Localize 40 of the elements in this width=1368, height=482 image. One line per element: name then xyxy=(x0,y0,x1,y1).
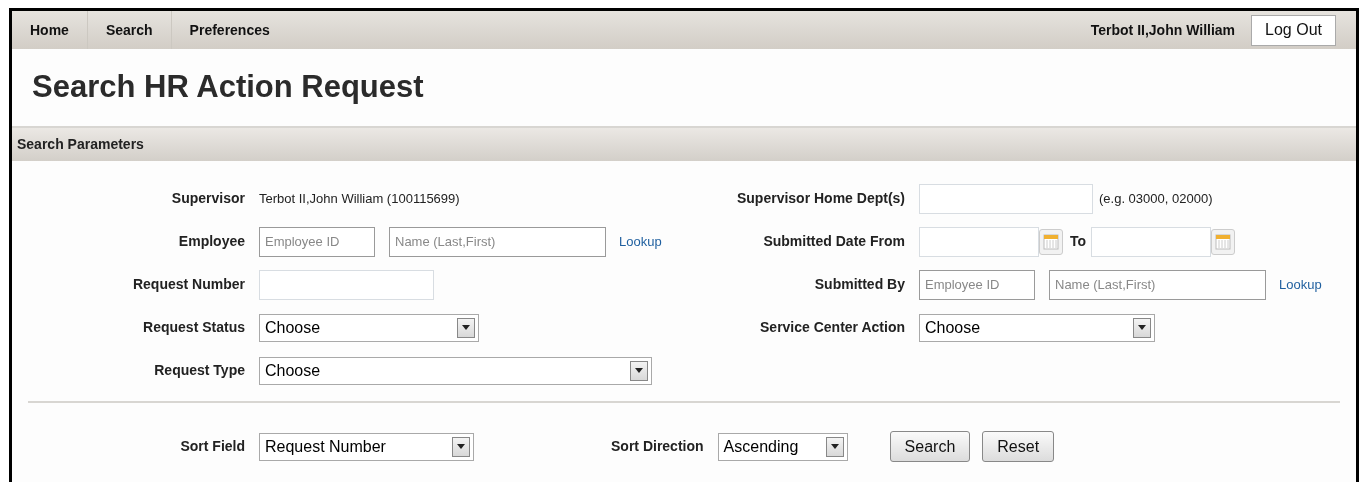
field-label: Submitted By xyxy=(814,275,905,295)
text-field[interactable] xyxy=(919,183,1093,214)
name-field[interactable]: Name (Last,First) xyxy=(1049,269,1266,300)
form-button[interactable]: Reset xyxy=(982,431,1055,463)
employee-id-field[interactable]: Employee ID xyxy=(259,226,375,257)
name-field[interactable]: Name (Last,First) xyxy=(389,226,606,257)
page-title: Search HR Action Request xyxy=(32,68,424,107)
sort-field-dropdown[interactable]: Request Number xyxy=(259,432,474,461)
sort-direction-dropdown[interactable]: Ascending xyxy=(717,432,848,461)
to-label: To xyxy=(1070,232,1087,252)
supervisor-value: Terbot II,John William (100115699) xyxy=(259,190,460,209)
employee-id-field[interactable]: Employee ID xyxy=(919,269,1035,300)
form-button[interactable]: Search xyxy=(889,431,971,463)
field-label: Service Center Action xyxy=(760,318,905,338)
user-name: Terbot II,John William xyxy=(1090,20,1236,40)
calendar-icon[interactable] xyxy=(1211,228,1236,255)
nav-link[interactable]: Search xyxy=(87,11,172,50)
field-label: Supervisor Home Dept(s) xyxy=(736,189,905,209)
lookup-link[interactable]: Lookup xyxy=(619,232,662,252)
field-label: Supervisor xyxy=(171,189,245,209)
nav-link[interactable]: Home xyxy=(12,11,88,50)
log-out-button[interactable]: Log Out xyxy=(1251,14,1336,46)
calendar-icon[interactable] xyxy=(1039,228,1063,255)
section-title: Search Parameters xyxy=(17,135,144,155)
format-hint: (e.g. 03000, 02000) xyxy=(1099,190,1213,209)
dropdown[interactable]: Choose xyxy=(259,356,652,385)
field-label: Sort Direction xyxy=(611,437,704,457)
date-field[interactable] xyxy=(1091,226,1212,257)
field-label: Sort Field xyxy=(180,437,245,457)
dropdown[interactable]: Choose xyxy=(259,313,479,342)
dropdown[interactable]: Choose xyxy=(919,313,1155,342)
date-field[interactable] xyxy=(919,226,1039,257)
text-field[interactable] xyxy=(259,269,434,300)
nav-link[interactable]: Preferences xyxy=(171,11,288,50)
field-label: Submitted Date From xyxy=(763,232,905,252)
field-label: Employee xyxy=(178,232,245,252)
field-label: Request Type xyxy=(154,361,245,381)
field-label: Request Number xyxy=(132,275,245,295)
field-label: Request Status xyxy=(143,318,245,338)
lookup-link[interactable]: Lookup xyxy=(1279,275,1322,295)
